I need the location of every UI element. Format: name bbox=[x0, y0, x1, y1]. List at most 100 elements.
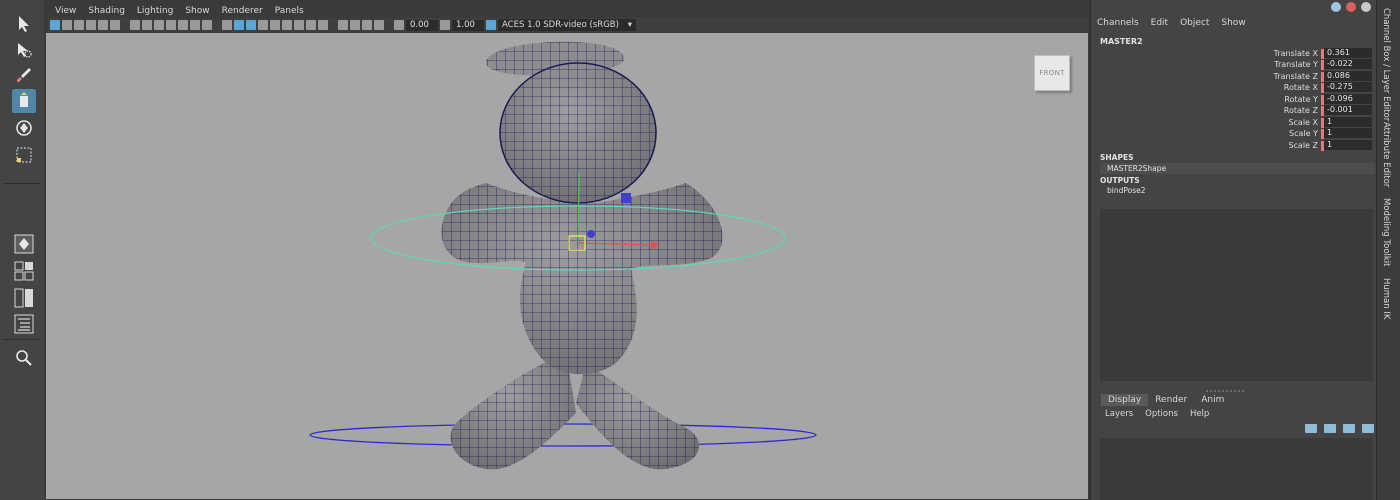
toolbox-divider bbox=[4, 183, 40, 184]
menu-object[interactable]: Object bbox=[1174, 18, 1215, 28]
gate-mask-icon[interactable] bbox=[166, 20, 176, 30]
menu-channels[interactable]: Channels bbox=[1091, 18, 1145, 28]
rotate-tool-icon[interactable] bbox=[12, 116, 36, 140]
attr-row[interactable]: Rotate Z -0.001 bbox=[1091, 105, 1376, 116]
film-gate-icon[interactable] bbox=[142, 20, 152, 30]
menu-view[interactable]: View bbox=[49, 4, 82, 18]
select-tool-icon[interactable] bbox=[12, 12, 36, 36]
menu-lighting[interactable]: Lighting bbox=[131, 4, 179, 18]
search-icon[interactable] bbox=[12, 346, 36, 370]
attr-value[interactable]: 1 bbox=[1324, 117, 1372, 127]
attr-row[interactable]: Scale X 1 bbox=[1091, 117, 1376, 128]
wireframe-on-shaded-icon[interactable] bbox=[246, 20, 256, 30]
gamma-field[interactable]: 1.00 bbox=[452, 19, 484, 31]
exposure-field[interactable]: 0.00 bbox=[406, 19, 438, 31]
attr-value[interactable]: -0.001 bbox=[1324, 105, 1372, 115]
tab-modeling-toolkit[interactable]: Modeling Toolkit bbox=[1381, 198, 1391, 267]
pane-splitter[interactable] bbox=[1091, 384, 1377, 392]
view-cube[interactable]: FRONT bbox=[1034, 55, 1070, 91]
attr-row[interactable]: Rotate Y -0.096 bbox=[1091, 94, 1376, 105]
menu-edit[interactable]: Edit bbox=[1145, 18, 1174, 28]
wireframe-icon[interactable] bbox=[222, 20, 232, 30]
attr-row[interactable]: Scale Z 1 bbox=[1091, 140, 1376, 151]
safe-title-icon[interactable] bbox=[202, 20, 212, 30]
attr-row[interactable]: Translate Z 0.086 bbox=[1091, 71, 1376, 82]
settings-icon[interactable] bbox=[1361, 2, 1371, 12]
attr-value[interactable]: -0.275 bbox=[1324, 82, 1372, 92]
camera-attributes-icon[interactable] bbox=[62, 20, 72, 30]
toggle-icon[interactable] bbox=[1331, 2, 1341, 12]
menu-panels[interactable]: Panels bbox=[269, 4, 310, 18]
field-chart-icon[interactable] bbox=[178, 20, 188, 30]
move-layer-up-icon[interactable] bbox=[1305, 424, 1317, 433]
attr-value[interactable]: 1 bbox=[1324, 140, 1372, 150]
smooth-shade-icon[interactable] bbox=[234, 20, 244, 30]
menu-renderer[interactable]: Renderer bbox=[216, 4, 269, 18]
output-node[interactable]: bindPose2 bbox=[1107, 186, 1146, 195]
tab-render[interactable]: Render bbox=[1148, 394, 1194, 406]
xray-joints-icon[interactable] bbox=[362, 20, 372, 30]
lights-icon[interactable] bbox=[270, 20, 280, 30]
safe-action-icon[interactable] bbox=[190, 20, 200, 30]
menu-shading[interactable]: Shading bbox=[82, 4, 131, 18]
four-view-layout-icon[interactable] bbox=[12, 259, 36, 283]
menu-show[interactable]: Show bbox=[1215, 18, 1251, 28]
ambient-occlusion-icon[interactable] bbox=[294, 20, 304, 30]
select-camera-icon[interactable] bbox=[50, 20, 60, 30]
attr-row[interactable]: Rotate X -0.275 bbox=[1091, 82, 1376, 93]
record-icon[interactable] bbox=[1346, 2, 1356, 12]
menu-options[interactable]: Options bbox=[1139, 409, 1184, 419]
attr-value[interactable]: 0.086 bbox=[1324, 71, 1372, 81]
two-view-layout-icon[interactable] bbox=[12, 286, 36, 310]
lasso-tool-icon[interactable] bbox=[12, 38, 36, 62]
motion-blur-icon[interactable] bbox=[306, 20, 316, 30]
grid-icon[interactable] bbox=[130, 20, 140, 30]
scale-tool-icon[interactable] bbox=[12, 143, 36, 167]
tab-attribute-editor[interactable]: Attribute Editor bbox=[1381, 122, 1391, 187]
shadows-icon[interactable] bbox=[282, 20, 292, 30]
move-tool-icon[interactable] bbox=[12, 89, 36, 113]
color-space-dropdown[interactable]: ACES 1.0 SDR-video (sRGB) ▾ bbox=[498, 19, 636, 31]
tab-human-ik[interactable]: Human IK bbox=[1381, 278, 1391, 319]
attr-value[interactable]: -0.022 bbox=[1324, 59, 1372, 69]
3d-viewport[interactable]: FRONT bbox=[46, 33, 1088, 499]
bookmark-icon[interactable] bbox=[74, 20, 84, 30]
toolbox-divider bbox=[4, 339, 40, 340]
new-layer-selected-icon[interactable] bbox=[1362, 424, 1374, 433]
xray-icon[interactable] bbox=[350, 20, 360, 30]
outliner-layout-icon[interactable] bbox=[12, 312, 36, 336]
gingerbread-mesh[interactable] bbox=[441, 41, 723, 470]
xray-components-icon[interactable] bbox=[374, 20, 384, 30]
attr-row[interactable]: Translate Y -0.022 bbox=[1091, 59, 1376, 70]
color-management-icon[interactable] bbox=[486, 20, 496, 30]
textured-icon[interactable] bbox=[258, 20, 268, 30]
layer-list bbox=[1100, 438, 1373, 500]
grease-pencil-icon[interactable] bbox=[110, 20, 120, 30]
attr-value[interactable]: 1 bbox=[1324, 128, 1372, 138]
paint-select-tool-icon[interactable] bbox=[12, 63, 36, 87]
image-plane-icon[interactable] bbox=[86, 20, 96, 30]
shape-node[interactable]: MASTER2Shape bbox=[1100, 163, 1375, 174]
2d-pan-zoom-icon[interactable] bbox=[98, 20, 108, 30]
panel-top-icons bbox=[1331, 2, 1371, 12]
isolate-select-icon[interactable] bbox=[338, 20, 348, 30]
menu-show[interactable]: Show bbox=[179, 4, 215, 18]
attr-row[interactable]: Scale Y 1 bbox=[1091, 128, 1376, 139]
tab-channel-box-layer-editor[interactable]: Channel Box / Layer Editor bbox=[1381, 8, 1391, 121]
menu-help[interactable]: Help bbox=[1184, 409, 1215, 419]
new-layer-icon[interactable] bbox=[1343, 424, 1355, 433]
object-name[interactable]: MASTER2 bbox=[1100, 37, 1143, 46]
move-layer-down-icon[interactable] bbox=[1324, 424, 1336, 433]
resolution-gate-icon[interactable] bbox=[154, 20, 164, 30]
panel-toolbar: 0.00 1.00 ACES 1.0 SDR-video (sRGB) ▾ bbox=[48, 18, 1088, 32]
attr-row[interactable]: Translate X 0.361 bbox=[1091, 48, 1376, 59]
single-perspective-layout-icon[interactable] bbox=[12, 232, 36, 256]
menu-layers[interactable]: Layers bbox=[1099, 409, 1139, 419]
attr-value[interactable]: -0.096 bbox=[1324, 94, 1372, 104]
tab-anim[interactable]: Anim bbox=[1194, 394, 1231, 406]
exposure-icon bbox=[394, 20, 404, 30]
ground-control-ring[interactable] bbox=[309, 423, 817, 447]
attr-value[interactable]: 0.361 bbox=[1324, 48, 1372, 58]
multisample-icon[interactable] bbox=[318, 20, 328, 30]
tab-display[interactable]: Display bbox=[1101, 394, 1149, 406]
